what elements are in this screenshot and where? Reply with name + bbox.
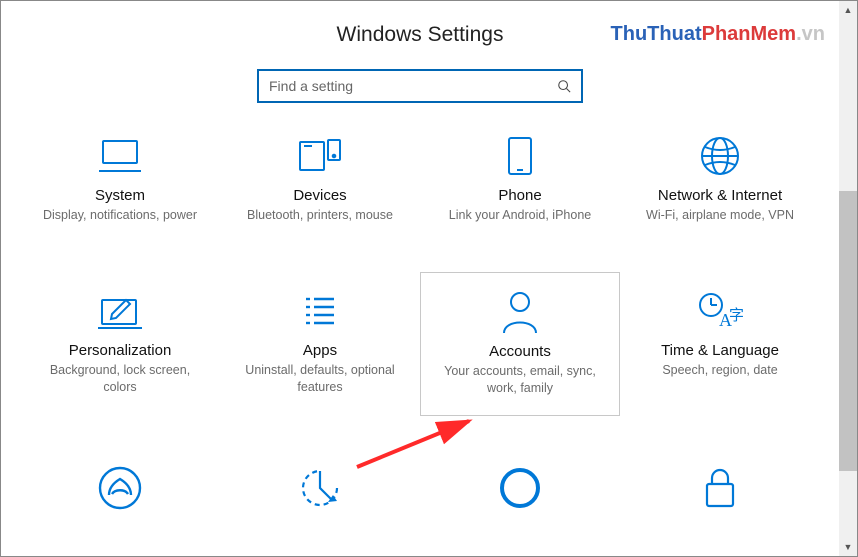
- gaming-icon: [30, 460, 210, 516]
- accounts-icon: [431, 287, 609, 337]
- tile-label: Apps: [230, 342, 410, 359]
- scroll-up-button[interactable]: ▲: [839, 1, 857, 19]
- tile-network[interactable]: Network & Internet Wi-Fi, airplane mode,…: [620, 117, 820, 242]
- tile-desc: Background, lock screen, colors: [30, 362, 210, 396]
- privacy-icon: [630, 460, 810, 516]
- network-icon: [630, 131, 810, 181]
- tile-label: Devices: [230, 187, 410, 204]
- tile-label: Network & Internet: [630, 187, 810, 204]
- watermark: ThuThuatPhanMem.vn: [611, 23, 825, 46]
- tile-label: Time & Language: [630, 342, 810, 359]
- tile-desc: Your accounts, email, sync, work, family: [431, 363, 609, 397]
- tile-time-language[interactable]: A 字 Time & Language Speech, region, date: [620, 272, 820, 416]
- tile-label: System: [30, 187, 210, 204]
- tile-desc: Uninstall, defaults, optional features: [230, 362, 410, 396]
- time-language-icon: A 字: [630, 286, 810, 336]
- tile-desc: Bluetooth, printers, mouse: [230, 207, 410, 224]
- tile-personalization[interactable]: Personalization Background, lock screen,…: [20, 272, 220, 416]
- tile-desc: Wi-Fi, airplane mode, VPN: [630, 207, 810, 224]
- tile-label: Accounts: [431, 343, 609, 360]
- scroll-down-button[interactable]: ▼: [839, 538, 857, 556]
- system-icon: [30, 131, 210, 181]
- ease-of-access-icon: [230, 460, 410, 516]
- scroll-thumb[interactable]: [839, 191, 857, 471]
- tile-gaming[interactable]: [20, 446, 220, 534]
- tile-privacy[interactable]: [620, 446, 820, 534]
- tile-system[interactable]: System Display, notifications, power: [20, 117, 220, 242]
- search-input[interactable]: [269, 78, 557, 94]
- tile-label: Personalization: [30, 342, 210, 359]
- apps-icon: [230, 286, 410, 336]
- tile-desc: Speech, region, date: [630, 362, 810, 379]
- tile-phone[interactable]: Phone Link your Android, iPhone: [420, 117, 620, 242]
- tile-desc: Link your Android, iPhone: [430, 207, 610, 224]
- phone-icon: [430, 131, 610, 181]
- tile-cortana[interactable]: [420, 446, 620, 534]
- search-icon: [557, 79, 571, 93]
- tile-desc: Display, notifications, power: [30, 207, 210, 224]
- personalization-icon: [30, 286, 210, 336]
- svg-text:字: 字: [729, 307, 743, 324]
- tile-ease-of-access[interactable]: [220, 446, 420, 534]
- tile-devices[interactable]: Devices Bluetooth, printers, mouse: [220, 117, 420, 242]
- tile-label: Phone: [430, 187, 610, 204]
- search-box[interactable]: [257, 69, 583, 103]
- devices-icon: [230, 131, 410, 181]
- vertical-scrollbar[interactable]: ▲ ▼: [839, 1, 857, 556]
- cortana-icon: [430, 460, 610, 516]
- tile-apps[interactable]: Apps Uninstall, defaults, optional featu…: [220, 272, 420, 416]
- tile-accounts[interactable]: Accounts Your accounts, email, sync, wor…: [420, 272, 620, 416]
